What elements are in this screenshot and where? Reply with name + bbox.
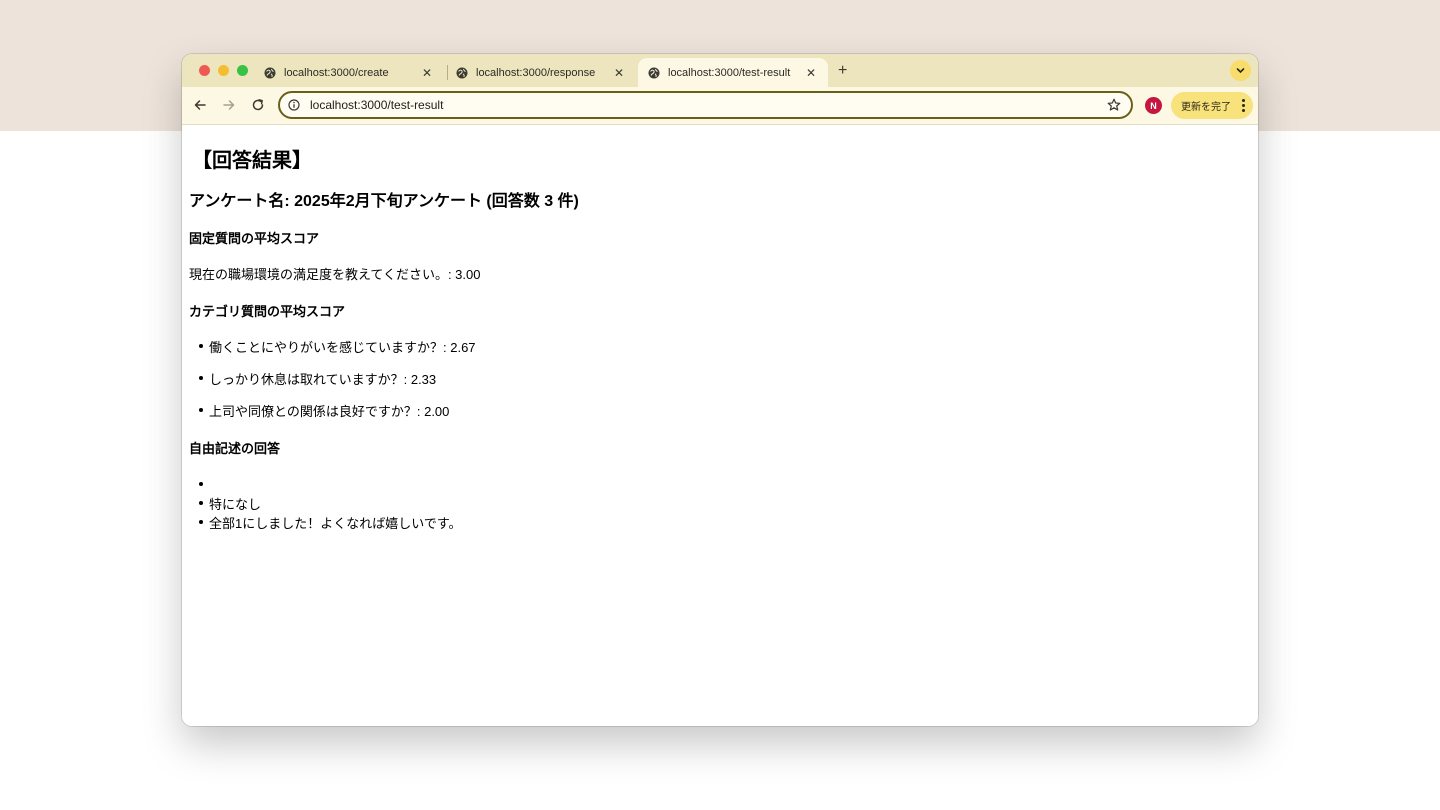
close-tab-icon[interactable]: ✕ xyxy=(612,66,626,80)
fixed-question-score: 現在の職場環境の満足度を教えてください。: 3.00 xyxy=(189,267,481,282)
tab-test-result[interactable]: localhost:3000/test-result ✕ xyxy=(638,58,828,87)
info-icon[interactable] xyxy=(288,99,300,111)
list-item: 特になし xyxy=(198,494,261,513)
page-content: 【回答結果】 アンケート名: 2025年2月下旬アンケート (回答数 3 件) … xyxy=(182,125,1258,726)
reload-icon xyxy=(252,99,264,111)
list-item: 全部1にしました！よくなれば嬉しいです。 xyxy=(199,513,462,532)
list-item: 上司や同僚との関係は良好ですか？: 2.00 xyxy=(198,401,449,420)
globe-icon xyxy=(648,67,660,78)
new-tab-button[interactable]: + xyxy=(838,62,847,80)
url-text[interactable]: localhost:3000/test-result xyxy=(310,98,443,112)
survey-heading: アンケート名: 2025年2月下旬アンケート (回答数 3 件) xyxy=(189,193,579,210)
update-chrome-button[interactable]: 更新を完了 xyxy=(1171,92,1253,119)
update-button-label: 更新を完了 xyxy=(1181,102,1231,113)
bookmark-star-icon[interactable] xyxy=(1107,98,1121,112)
minimize-window-button[interactable] xyxy=(218,65,229,76)
more-menu-icon xyxy=(1242,99,1245,112)
tab-search-button[interactable] xyxy=(1230,60,1251,81)
tab-title: localhost:3000/test-result xyxy=(668,66,791,79)
tab-create[interactable]: localhost:3000/create ✕ xyxy=(254,58,444,87)
reload-button[interactable] xyxy=(250,97,266,113)
globe-icon xyxy=(264,67,276,78)
list-item: しっかり休息は取れていますか？: 2.33 xyxy=(198,369,436,388)
fixed-section-heading: 固定質問の平均スコア xyxy=(189,231,320,246)
browser-toolbar: localhost:3000/test-result N 更新を完了 xyxy=(182,87,1258,125)
close-tab-icon[interactable]: ✕ xyxy=(420,66,434,80)
browser-window: localhost:3000/create ✕ localhost:3000/r… xyxy=(182,54,1258,726)
back-button[interactable] xyxy=(192,97,208,113)
forward-button[interactable] xyxy=(221,97,237,113)
chevron-down-icon xyxy=(1236,68,1245,74)
free-text-section-heading: 自由記述の回答 xyxy=(189,441,281,456)
globe-icon xyxy=(456,67,468,78)
arrow-left-icon xyxy=(194,100,206,110)
address-bar[interactable]: localhost:3000/test-result xyxy=(278,91,1133,119)
tab-title: localhost:3000/response xyxy=(476,66,596,79)
arrow-right-icon xyxy=(223,100,235,110)
tab-response[interactable]: localhost:3000/response ✕ xyxy=(446,58,636,87)
list-item: 働くことにやりがいを感じていますか？: 2.67 xyxy=(199,337,476,356)
close-window-button[interactable] xyxy=(199,65,210,76)
tab-title: localhost:3000/create xyxy=(284,66,389,79)
category-section-heading: カテゴリ質問の平均スコア xyxy=(189,304,346,319)
page-title: 【回答結果】 xyxy=(192,150,312,172)
zoom-window-button[interactable] xyxy=(237,65,248,76)
close-tab-icon[interactable]: ✕ xyxy=(804,66,818,80)
window-controls xyxy=(199,65,248,76)
tab-strip: localhost:3000/create ✕ localhost:3000/r… xyxy=(182,54,1258,87)
profile-avatar[interactable]: N xyxy=(1145,97,1162,114)
